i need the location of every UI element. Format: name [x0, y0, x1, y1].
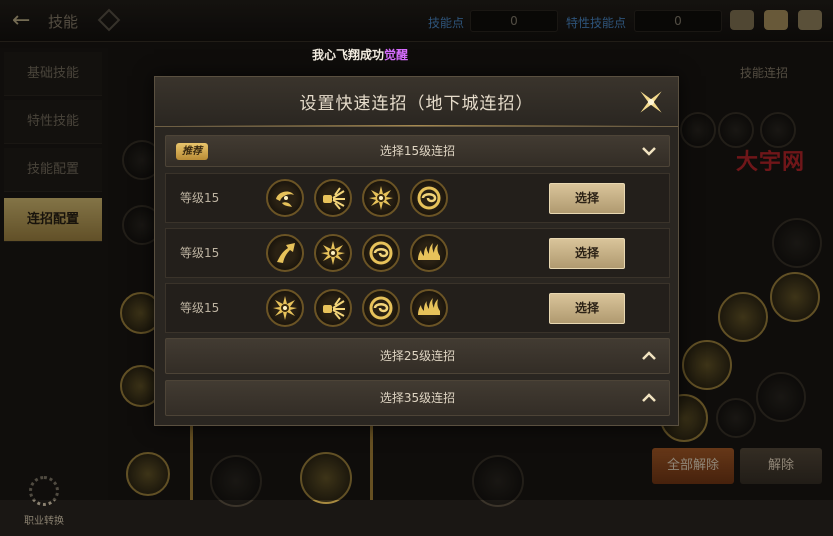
section-title: 选择35级连招: [379, 391, 456, 405]
combo-section-header-15[interactable]: 推荐 选择15级连招: [165, 135, 670, 167]
close-icon[interactable]: [634, 85, 668, 119]
job-change-label: 职业转换: [24, 516, 64, 527]
select-button[interactable]: 选择: [549, 238, 625, 269]
combo-row: 等级15 选择: [165, 228, 670, 278]
combo-setup-dialog: 设置快速连招（地下城连招） 推荐 选择15级连招 等级15 选择 等级15 选择…: [154, 76, 679, 426]
notice-text: 我心飞翔成功: [311, 48, 384, 62]
spiral-ring-icon: [362, 234, 400, 272]
chevron-up-icon: [642, 351, 656, 360]
flame-wave-icon: [410, 289, 448, 327]
combo-row: 等级15 选择: [165, 283, 670, 333]
burst-fist-icon: [314, 179, 352, 217]
flame-wave-icon: [410, 234, 448, 272]
burst-fist-icon: [314, 289, 352, 327]
chevron-up-icon: [642, 393, 656, 402]
divider: [175, 125, 658, 126]
dialog-title: 设置快速连招（地下城连招）: [299, 94, 534, 114]
section-title: 选择15级连招: [379, 144, 456, 158]
select-button[interactable]: 选择: [549, 183, 625, 214]
combo-section-header-35[interactable]: 选择35级连招: [165, 380, 670, 416]
star-sun-icon: [314, 234, 352, 272]
combo-row: 等级15 选择: [165, 173, 670, 223]
awakening-notice: 我心飞翔成功觉醒: [240, 45, 480, 65]
section-title: 选择25级连招: [379, 349, 456, 363]
spiral-ring-icon: [362, 289, 400, 327]
swirl-slash-icon: [266, 179, 304, 217]
dialog-header: 设置快速连招（地下城连招）: [155, 77, 678, 127]
level-label: 等级15: [180, 246, 220, 260]
combo-section-header-25[interactable]: 选择25级连招: [165, 338, 670, 374]
notice-highlight: 觉醒: [384, 48, 409, 62]
star-sun-icon: [266, 289, 304, 327]
upward-kick-icon: [266, 234, 304, 272]
level-label: 等级15: [180, 191, 220, 205]
star-sun-icon: [362, 179, 400, 217]
spiral-ring-icon: [410, 179, 448, 217]
combo-list: 推荐 选择15级连招 等级15 选择 等级15 选择 等级15 选择 选择25级…: [165, 135, 670, 422]
select-button[interactable]: 选择: [549, 293, 625, 324]
level-label: 等级15: [180, 301, 220, 315]
chevron-down-icon: [642, 147, 656, 156]
